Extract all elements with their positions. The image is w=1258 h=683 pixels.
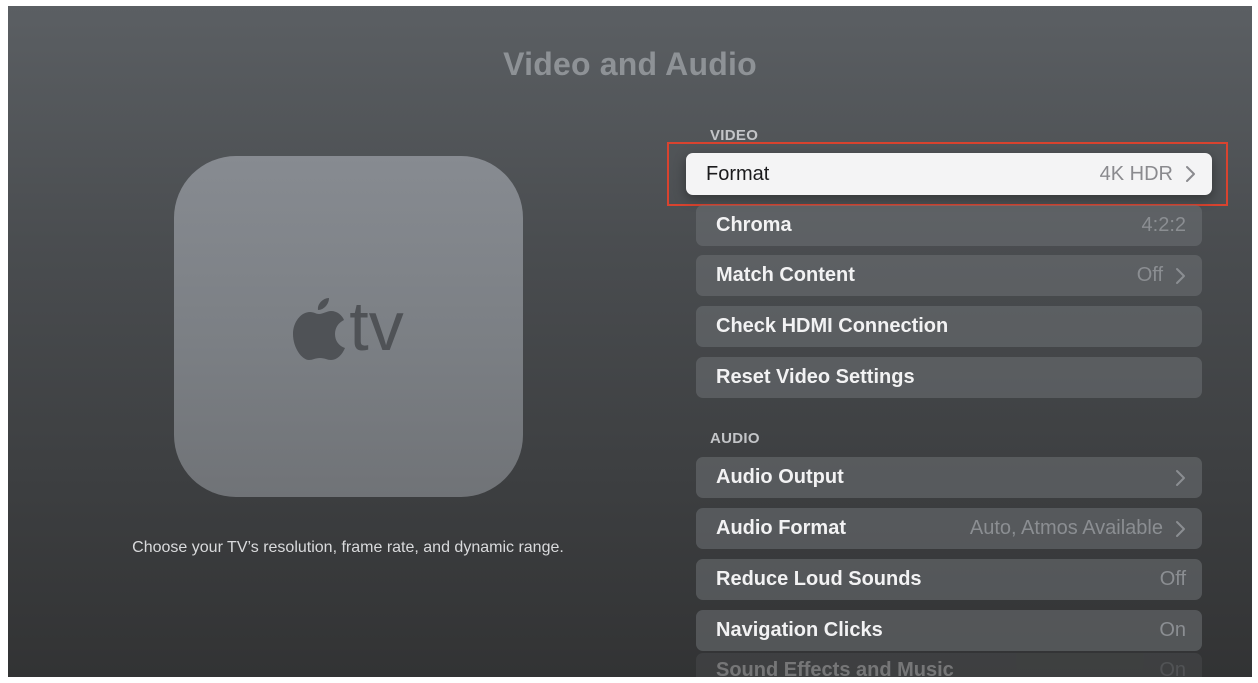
format-row[interactable]: Format 4K HDR xyxy=(686,153,1212,195)
row-label: Check HDMI Connection xyxy=(716,315,949,337)
reduce-loud-sounds-row[interactable]: Reduce Loud Sounds Off xyxy=(696,559,1202,600)
row-label: Chroma xyxy=(716,214,792,236)
row-label: Match Content xyxy=(716,264,855,286)
section-header-audio: AUDIO xyxy=(710,430,760,447)
row-value: Off xyxy=(1136,264,1163,286)
apple-logo-icon xyxy=(293,298,346,360)
setting-description: Choose your TV’s resolution, frame rate,… xyxy=(132,539,564,556)
check-hdmi-connection-row[interactable]: Check HDMI Connection xyxy=(696,306,1202,347)
row-label: Sound Effects and Music xyxy=(716,659,954,677)
apple-tv-device-image: tv xyxy=(174,156,523,497)
row-label: Audio Format xyxy=(716,517,846,539)
row-label: Reset Video Settings xyxy=(716,366,915,388)
row-value: 4:2:2 xyxy=(1141,214,1186,236)
chroma-row[interactable]: Chroma 4:2:2 xyxy=(696,205,1202,246)
match-content-row[interactable]: Match Content Off xyxy=(696,255,1202,296)
row-value: 4K HDR xyxy=(1099,162,1173,185)
chevron-right-icon xyxy=(1175,520,1186,538)
row-label: Audio Output xyxy=(716,466,844,488)
tv-wordmark: tv xyxy=(349,287,404,365)
row-value: On xyxy=(1159,619,1186,641)
row-value: Off xyxy=(1159,568,1186,590)
navigation-clicks-row[interactable]: Navigation Clicks On xyxy=(696,610,1202,651)
row-label: Navigation Clicks xyxy=(716,619,883,641)
sound-effects-and-music-row[interactable]: Sound Effects and Music On xyxy=(696,653,1202,677)
tv-screen: Video and Audio tv Choose your TV’s reso… xyxy=(8,6,1252,677)
row-label: Format xyxy=(706,162,770,185)
chevron-right-icon xyxy=(1185,165,1196,183)
row-value: On xyxy=(1159,659,1186,677)
reset-video-settings-row[interactable]: Reset Video Settings xyxy=(696,357,1202,398)
chevron-right-icon xyxy=(1175,469,1186,487)
apple-tv-logo: tv xyxy=(174,287,523,365)
audio-format-row[interactable]: Audio Format Auto, Atmos Available xyxy=(696,508,1202,549)
row-value: Auto, Atmos Available xyxy=(969,517,1163,539)
chevron-right-icon xyxy=(1175,267,1186,285)
page-title: Video and Audio xyxy=(503,46,757,82)
audio-output-row[interactable]: Audio Output xyxy=(696,457,1202,498)
row-label: Reduce Loud Sounds xyxy=(716,568,922,590)
